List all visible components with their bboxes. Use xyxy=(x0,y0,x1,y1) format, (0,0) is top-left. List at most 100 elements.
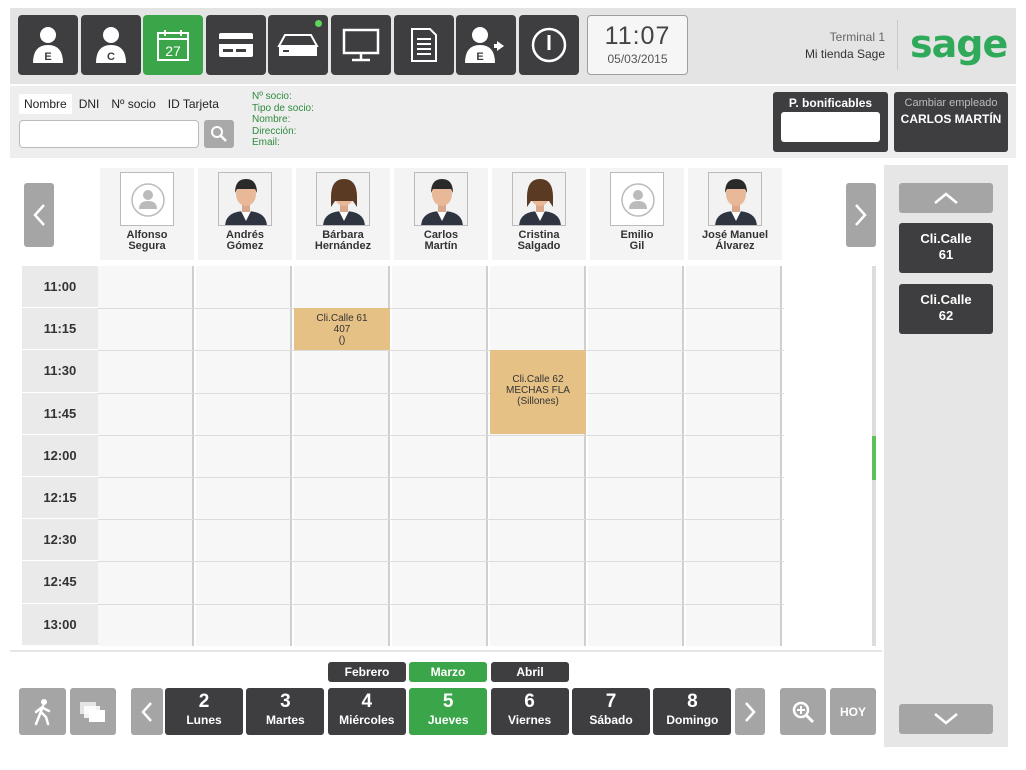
time-slot-label: 11:45 xyxy=(22,393,98,435)
time-slot-label: 12:00 xyxy=(22,435,98,477)
client-button[interactable]: C xyxy=(81,15,141,75)
customer-search-input[interactable] xyxy=(19,120,199,148)
row-divider xyxy=(98,604,784,605)
staff-column-header[interactable]: Emilio Gil xyxy=(590,168,684,260)
day-name: Martes xyxy=(266,713,305,727)
day-button[interactable]: 5 Jueves xyxy=(409,688,488,735)
appointment-block[interactable]: Cli.Calle 62 MECHAS FLA (Sillones) xyxy=(490,350,586,434)
change-employee-button[interactable]: Cambiar empleado CARLOS MARTÍN xyxy=(894,92,1008,152)
day-button[interactable]: 7 Sábado xyxy=(572,688,650,735)
day-number: 5 xyxy=(442,691,454,712)
svg-text:27: 27 xyxy=(165,43,181,59)
chevron-right-icon xyxy=(855,204,867,226)
day-name: Lunes xyxy=(186,713,222,727)
chevron-up-icon xyxy=(934,192,958,204)
day-name: Sábado xyxy=(589,713,633,727)
agenda: Alfonso Segura Andrés Gómez Bárbara Hernández… xyxy=(10,160,882,650)
walking-person-icon xyxy=(34,698,50,725)
staff-schedule-column[interactable] xyxy=(588,266,684,646)
cash-drawer-button[interactable] xyxy=(268,15,328,75)
tab-numero-socio[interactable]: Nº socio xyxy=(106,94,160,114)
staff-column-header[interactable]: Andrés Gómez xyxy=(198,168,292,260)
change-employee-label: Cambiar empleado xyxy=(904,97,998,109)
staff-column-header[interactable]: Alfonso Segura xyxy=(100,168,194,260)
queue-item[interactable]: Cli.Calle 61 xyxy=(899,223,993,273)
bonus-points-field[interactable] xyxy=(781,112,880,142)
day-button[interactable]: 3 Martes xyxy=(246,688,325,735)
info-email: Email: xyxy=(252,137,280,149)
staff-schedule-column[interactable] xyxy=(98,266,194,646)
svg-text:C: C xyxy=(107,51,115,63)
queue-down-button[interactable] xyxy=(899,704,993,734)
info-direccion: Dirección: xyxy=(252,125,297,137)
month-marzo[interactable]: Marzo xyxy=(409,662,487,682)
day-next-button[interactable] xyxy=(735,688,765,735)
queue-panel: Cli.Calle 61 Cli.Calle 62 xyxy=(884,165,1008,747)
appointment-text: (Sillones) xyxy=(517,396,559,407)
employee-button[interactable]: E xyxy=(18,15,78,75)
staff-column-header[interactable]: Carlos Martín xyxy=(394,168,488,260)
staff-schedule-column[interactable] xyxy=(686,266,782,646)
row-divider xyxy=(98,308,784,309)
schedule-scroll-thumb[interactable] xyxy=(872,436,876,480)
chevron-left-icon xyxy=(141,701,152,722)
svg-text:E: E xyxy=(476,51,483,63)
staff-last-name: Salgado xyxy=(517,240,561,252)
tab-nombre[interactable]: Nombre xyxy=(19,94,72,114)
document-button[interactable] xyxy=(394,15,454,75)
info-nombre: Nombre: xyxy=(252,114,291,126)
top-toolbar: E C 27 E 11:07 05/03/2015 Terminal 1 Mi … xyxy=(10,8,1016,84)
appointment-block[interactable]: Cli.Calle 61 407() xyxy=(294,308,390,350)
day-number: 8 xyxy=(687,691,698,712)
svg-text:E: E xyxy=(44,51,51,63)
tab-id-tarjeta[interactable]: ID Tarjeta xyxy=(163,94,224,114)
search-button[interactable] xyxy=(204,120,234,148)
staff-schedule-column[interactable] xyxy=(392,266,488,646)
row-divider xyxy=(98,561,784,562)
power-button[interactable] xyxy=(519,15,579,75)
clock-display: 11:07 05/03/2015 xyxy=(587,15,688,75)
calendar-button[interactable]: 27 xyxy=(143,15,203,75)
day-button[interactable]: 6 Viernes xyxy=(490,688,569,735)
appointment-text: 407 xyxy=(333,324,351,335)
agenda-divider xyxy=(10,650,882,652)
staff-last-name: Gil xyxy=(629,240,645,252)
employee-logout-button[interactable]: E xyxy=(456,15,516,75)
queue-item[interactable]: Cli.Calle 62 xyxy=(899,284,993,334)
day-prev-button[interactable] xyxy=(131,688,163,735)
staff-last-name: Segura xyxy=(128,240,166,252)
staff-schedule-column[interactable] xyxy=(490,266,586,646)
staff-prev-button[interactable] xyxy=(24,183,54,247)
info-tipo-socio: Tipo de socio: xyxy=(252,102,314,114)
today-button[interactable]: HOY xyxy=(830,688,876,735)
chevron-left-icon xyxy=(33,204,45,226)
staff-next-button[interactable] xyxy=(846,183,876,247)
day-button[interactable]: 4 Miércoles xyxy=(327,688,406,735)
queue-up-button[interactable] xyxy=(899,183,993,213)
tab-dni[interactable]: DNI xyxy=(74,94,105,114)
staff-photo xyxy=(414,172,468,226)
day-button[interactable]: 8 Domingo xyxy=(653,688,732,735)
day-button[interactable]: 2 Lunes xyxy=(165,688,243,735)
power-icon xyxy=(531,27,567,63)
credit-card-icon xyxy=(219,33,253,57)
staff-schedule-column[interactable] xyxy=(196,266,292,646)
time-slot-label: 11:30 xyxy=(22,350,98,393)
staff-column-header[interactable]: Cristina Salgado xyxy=(492,168,586,260)
month-abril[interactable]: Abril xyxy=(491,662,569,682)
card-button[interactable] xyxy=(206,15,266,75)
staff-photo xyxy=(218,172,272,226)
cards-view-button[interactable] xyxy=(70,688,116,735)
store-name: Mi tienda Sage xyxy=(804,47,885,61)
clock-date: 05/03/2015 xyxy=(607,52,668,66)
chevron-right-icon xyxy=(745,701,756,722)
walk-in-button[interactable] xyxy=(19,688,66,735)
staff-column-header[interactable]: José Manuel Álvarez xyxy=(688,168,782,260)
staff-name: Cristina Salgado xyxy=(492,230,586,252)
month-febrero[interactable]: Febrero xyxy=(328,662,406,682)
staff-column-header[interactable]: Bárbara Hernández xyxy=(296,168,390,260)
row-divider xyxy=(98,350,784,351)
row-divider xyxy=(98,477,784,478)
monitor-button[interactable] xyxy=(331,15,391,75)
zoom-button[interactable] xyxy=(780,688,826,735)
